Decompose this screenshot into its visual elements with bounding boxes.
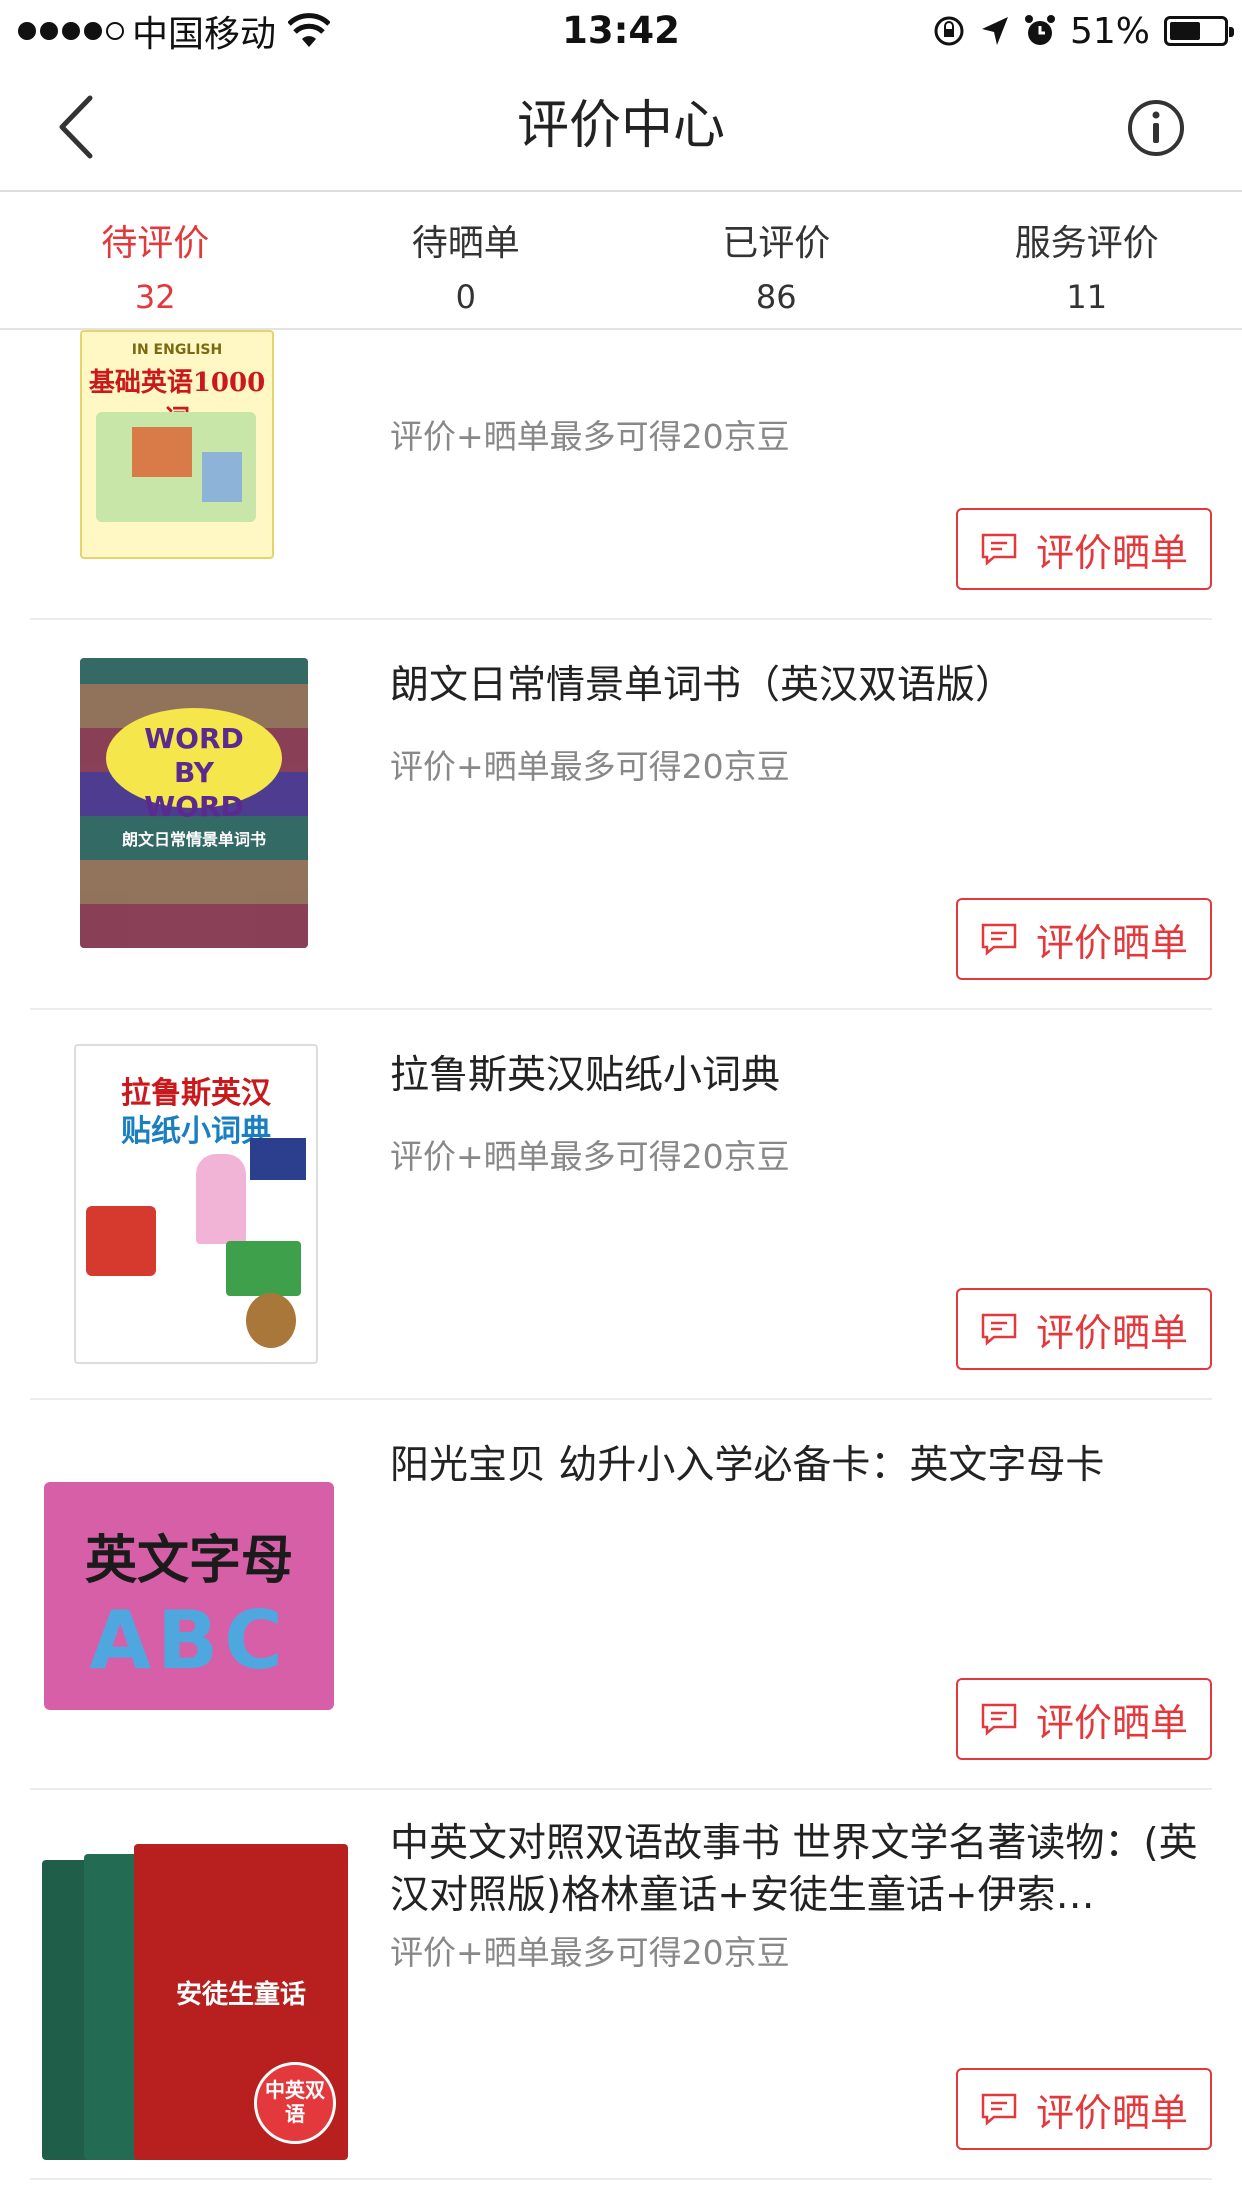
review-button-label: 评价晒单 xyxy=(1035,530,1188,575)
cover-illustration xyxy=(250,1138,306,1180)
product-thumbnail[interactable]: 拉鲁斯英汉 贴纸小词典 xyxy=(40,1040,350,1364)
tab-label: 已评价 xyxy=(722,223,831,264)
tab-pending-showcase[interactable]: 待晒单 0 xyxy=(311,192,622,328)
book-cover: 安徒生童话 中英双语 xyxy=(134,1844,348,2160)
cover-subtitle: IN ENGLISH xyxy=(131,342,223,358)
list-item[interactable]: IN ENGLISH 基础英语1000词 评价+晒单最多可得20京豆 评价晒单 xyxy=(0,330,1242,620)
product-title[interactable]: 朗文日常情景单词书（英汉双语版） xyxy=(390,660,1200,712)
list-item[interactable]: 英文字母 ABC 阳光宝贝 幼升小入学必备卡：英文字母卡 评价晒单 xyxy=(0,1400,1242,1790)
cover-illustration xyxy=(86,1206,156,1276)
product-title[interactable]: 阳光宝贝 幼升小入学必备卡：英文字母卡 xyxy=(390,1440,1200,1492)
rotation-lock-icon xyxy=(934,16,964,46)
reward-hint: 评价+晒单最多可得20京豆 xyxy=(390,417,790,456)
list-item[interactable]: WORD BY WORD 朗文日常情景单词书 朗文日常情景单词书（英汉双语版） … xyxy=(0,620,1242,1010)
review-showcase-button[interactable]: 评价晒单 xyxy=(956,898,1212,980)
status-bar: 中国移动 13:42 51% xyxy=(0,0,1242,62)
cover-title: 英文字母 xyxy=(84,1531,293,1591)
tab-pending-review[interactable]: 待评价 32 xyxy=(0,192,311,328)
review-button-label: 评价晒单 xyxy=(1035,1700,1188,1745)
cover-illustration xyxy=(226,1241,301,1296)
product-thumbnail[interactable]: 英文字母 ABC xyxy=(40,1430,350,1750)
review-showcase-button[interactable]: 评价晒单 xyxy=(956,508,1212,590)
tab-label: 待晒单 xyxy=(411,223,520,264)
cover-subtitle: ABC xyxy=(89,1594,289,1687)
product-thumbnail[interactable]: 安徒生童话 中英双语 xyxy=(40,1820,350,2160)
review-button-label: 评价晒单 xyxy=(1035,2090,1188,2135)
divider xyxy=(30,2178,1212,2180)
product-thumbnail[interactable]: IN ENGLISH 基础英语1000词 xyxy=(40,330,350,580)
comment-icon xyxy=(981,2093,1017,2126)
product-title[interactable]: 拉鲁斯英汉贴纸小词典 xyxy=(390,1050,1200,1102)
battery-cap xyxy=(1229,27,1234,37)
nav-bar: 评价中心 xyxy=(0,62,1242,192)
reward-hint: 评价+晒单最多可得20京豆 xyxy=(390,1137,790,1176)
tab-service-review[interactable]: 服务评价 11 xyxy=(932,192,1242,328)
cover-illustration xyxy=(132,427,192,477)
review-showcase-button[interactable]: 评价晒单 xyxy=(956,2068,1212,2150)
cover-illustration xyxy=(246,1293,296,1348)
tab-reviewed[interactable]: 已评价 86 xyxy=(621,192,932,328)
review-button-label: 评价晒单 xyxy=(1035,1310,1188,1355)
cover-subtitle: 朗文日常情景单词书 xyxy=(121,830,266,849)
tab-label: 服务评价 xyxy=(1014,223,1159,264)
info-icon[interactable] xyxy=(1126,98,1186,158)
review-showcase-button[interactable]: 评价晒单 xyxy=(956,1288,1212,1370)
tab-count: 0 xyxy=(455,278,476,316)
product-thumbnail[interactable]: WORD BY WORD 朗文日常情景单词书 xyxy=(40,650,350,970)
battery-percent: 51% xyxy=(1069,10,1150,52)
list-item[interactable]: 安徒生童话 中英双语 中英文对照双语故事书 世界文学名著读物：(英汉对照版)格林… xyxy=(0,1790,1242,2180)
comment-icon xyxy=(981,533,1017,566)
page-title: 评价中心 xyxy=(516,96,725,156)
comment-icon xyxy=(981,1313,1017,1346)
reward-hint: 评价+晒单最多可得20京豆 xyxy=(390,747,790,786)
cover-subtitle: 中英双语 xyxy=(265,2078,325,2126)
tab-count: 32 xyxy=(134,278,176,316)
list-item[interactable]: 拉鲁斯英汉 贴纸小词典 拉鲁斯英汉贴纸小词典 评价+晒单最多可得20京豆 评价晒… xyxy=(0,1010,1242,1400)
tab-count: 86 xyxy=(755,278,797,316)
comment-icon xyxy=(981,1703,1017,1736)
battery-icon xyxy=(1164,16,1234,46)
reward-hint: 评价+晒单最多可得20京豆 xyxy=(390,1933,790,1972)
book-cover: IN ENGLISH 基础英语1000词 xyxy=(80,330,274,559)
review-showcase-button[interactable]: 评价晒单 xyxy=(956,1678,1212,1760)
review-button-label: 评价晒单 xyxy=(1035,920,1188,965)
comment-icon xyxy=(981,923,1017,956)
book-cover: WORD BY WORD 朗文日常情景单词书 xyxy=(80,658,308,948)
location-icon xyxy=(981,17,1008,45)
cover-title: WORD BY WORD xyxy=(144,722,244,823)
cover-title: 安徒生童话 xyxy=(175,1980,306,2010)
battery-fill xyxy=(1170,22,1200,40)
status-right: 51% xyxy=(932,8,1234,54)
book-cover: 拉鲁斯英汉 贴纸小词典 xyxy=(74,1044,318,1364)
alarm-icon xyxy=(1024,15,1055,45)
cover-illustration xyxy=(196,1154,246,1244)
product-title[interactable]: 中英文对照双语故事书 世界文学名著读物：(英汉对照版)格林童话+安徒生童话+伊索… xyxy=(390,1818,1200,1922)
cover-illustration xyxy=(202,452,242,502)
product-list: IN ENGLISH 基础英语1000词 评价+晒单最多可得20京豆 评价晒单 xyxy=(0,330,1242,2208)
tab-count: 11 xyxy=(1066,278,1108,316)
tab-label: 待评价 xyxy=(101,223,210,264)
review-tabs: 待评价 32 待晒单 0 已评价 86 服务评价 11 xyxy=(0,192,1242,330)
book-cover: 英文字母 ABC xyxy=(44,1482,334,1710)
